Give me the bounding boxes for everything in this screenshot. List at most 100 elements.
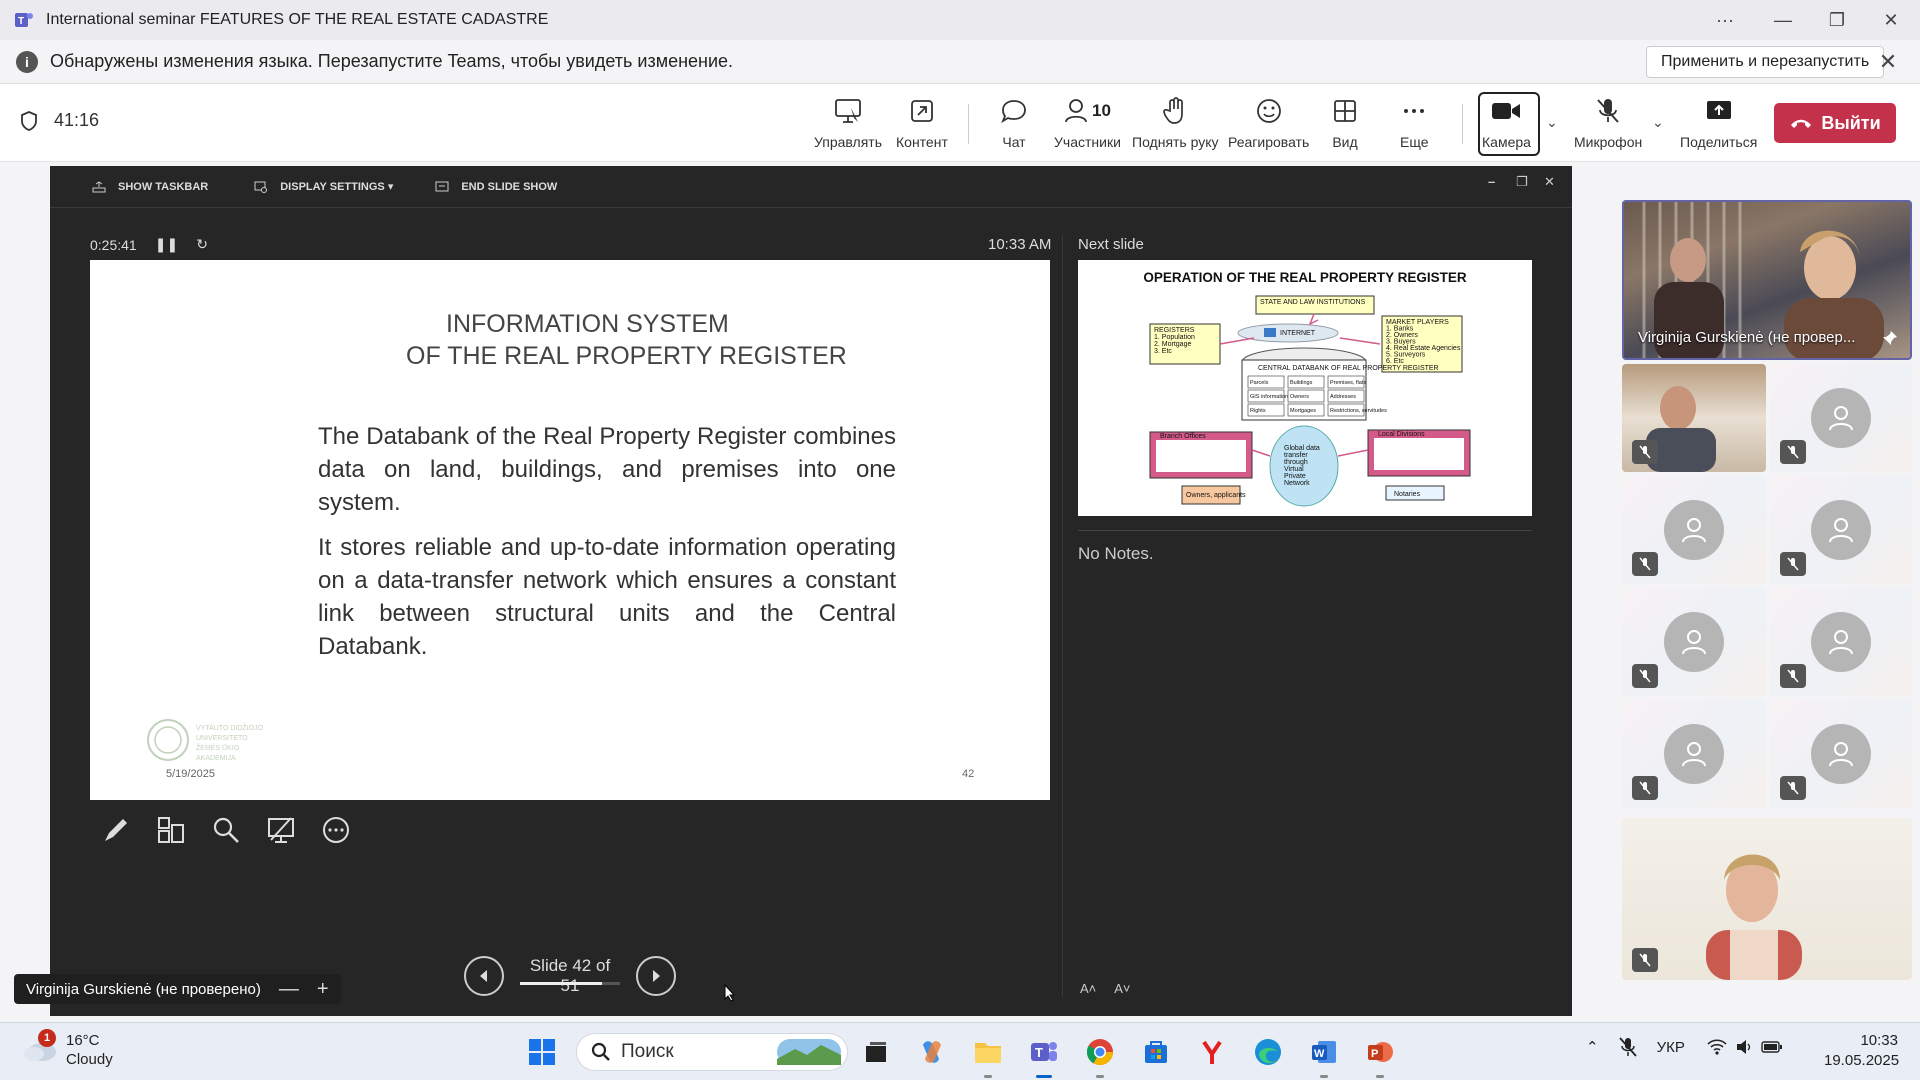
content-button[interactable]: Контент [896, 94, 948, 154]
title-bar: T International seminar FEATURES OF THE … [0, 0, 1920, 40]
manage-button[interactable]: Управлять [814, 94, 882, 154]
slide-title-line2: OF THE REAL PROPERTY REGISTER [406, 342, 847, 370]
increase-font-button[interactable]: A˄ [1080, 981, 1096, 996]
featured-participant-tile[interactable]: Virginija Gurskienė (не провер... [1622, 200, 1912, 360]
avatar [1811, 388, 1871, 448]
person-icon [1682, 742, 1706, 767]
chat-button[interactable]: Чат [1000, 94, 1028, 154]
participant-tile[interactable] [1770, 476, 1912, 584]
wifi-icon[interactable] [1707, 1039, 1727, 1055]
see-all-slides-button[interactable] [143, 810, 198, 850]
maximize-button[interactable]: ❐ [1810, 0, 1864, 40]
diagram-internet: INTERNET [1280, 330, 1316, 337]
folder-icon [975, 1043, 1001, 1063]
svg-text:AKADEMIJA: AKADEMIJA [196, 755, 236, 762]
pause-icon[interactable]: ❚❚ [155, 236, 178, 253]
edge-app[interactable] [1248, 1032, 1288, 1072]
participants-button[interactable]: 10 Участники [1054, 94, 1121, 154]
show-taskbar-button[interactable]: SHOW TASKBAR [92, 181, 208, 193]
pen-tool-button[interactable] [88, 810, 143, 850]
muted-badge [1632, 948, 1658, 972]
close-notification-icon[interactable]: ✕ [1876, 50, 1900, 74]
camera-options-chevron-icon[interactable]: ⌄ [1546, 114, 1558, 131]
word-app[interactable]: W [1304, 1032, 1344, 1078]
file-explorer-app[interactable] [968, 1032, 1008, 1078]
participant-tile[interactable] [1770, 588, 1912, 696]
pin-icon[interactable] [1882, 330, 1898, 346]
participants-count: 10 [1091, 101, 1111, 120]
current-slide[interactable]: INFORMATION SYSTEM OF THE REAL PROPERTY … [90, 260, 1050, 800]
mic-off-icon [1787, 557, 1799, 571]
display-settings-button[interactable]: DISPLAY SETTINGS ▾ [254, 180, 393, 193]
svg-text:T: T [1035, 1045, 1043, 1060]
zoom-in-button[interactable]: + [317, 978, 329, 1001]
copilot-app[interactable] [912, 1032, 952, 1072]
participant-tile[interactable] [1770, 364, 1912, 472]
elapsed-timer: 0:25:41 ❚❚ ↻ [90, 236, 226, 253]
participant-tile[interactable] [1622, 588, 1766, 696]
leave-button[interactable]: Выйти [1774, 103, 1896, 143]
register-diagram: STATE AND LAW INSTITUTIONS REGISTERS 1. P… [1149, 295, 1471, 507]
presenter-minimize-icon[interactable]: – [1488, 174, 1495, 189]
apply-restart-button[interactable]: Применить и перезапустить [1646, 46, 1885, 78]
participant-tile[interactable] [1770, 700, 1912, 808]
next-slide-thumbnail[interactable]: OPERATION OF THE REAL PROPERTY REGISTER … [1078, 260, 1532, 516]
teams-app[interactable]: T [1024, 1032, 1064, 1078]
volume-icon[interactable] [1735, 1039, 1753, 1055]
presenter-divider [1062, 236, 1063, 996]
slide-paragraph-1: The Databank of the Real Property Regist… [318, 423, 896, 516]
self-view-tile[interactable] [1622, 818, 1912, 980]
screen-off-icon [267, 817, 294, 843]
mic-muted-tray-icon[interactable] [1618, 1037, 1637, 1057]
share-button[interactable]: Поделиться [1680, 94, 1757, 154]
battery-icon[interactable] [1761, 1040, 1783, 1054]
presenter-close-icon[interactable]: ✕ [1544, 174, 1555, 190]
task-view-icon [866, 1042, 886, 1062]
view-button[interactable]: Вид [1332, 94, 1358, 154]
start-button[interactable] [522, 1032, 562, 1072]
presenter-top-bar: SHOW TASKBAR DISPLAY SETTINGS ▾ END SLID… [50, 166, 1572, 208]
store-app[interactable] [1136, 1032, 1176, 1072]
task-view-button[interactable] [856, 1032, 896, 1072]
next-slide-button[interactable] [636, 956, 676, 996]
minimize-button[interactable]: — [1756, 0, 1810, 40]
next-slide-label: Next slide [1078, 236, 1144, 253]
microphone-muted-icon [1597, 99, 1619, 123]
zoom-button[interactable] [198, 810, 253, 850]
show-hidden-icons[interactable]: ⌃ [1586, 1038, 1599, 1056]
microphone-button[interactable]: Микрофон [1574, 94, 1642, 154]
end-slide-show-button[interactable]: END SLIDE SHOW [435, 181, 557, 193]
decrease-font-button[interactable]: A˅ [1114, 981, 1130, 996]
person-icon [1829, 742, 1853, 767]
camera-button[interactable]: Камера [1482, 94, 1531, 154]
more-icon[interactable]: ··· [1698, 0, 1752, 40]
meeting-toolbar: 41:16 Управлять Контент Чат 10 Участники… [0, 84, 1920, 162]
mic-options-chevron-icon[interactable]: ⌄ [1652, 114, 1664, 131]
zoom-out-button[interactable]: — [279, 978, 299, 1001]
black-screen-button[interactable] [253, 810, 308, 850]
more-options-button[interactable]: Еще [1400, 94, 1429, 154]
participant-tile[interactable] [1622, 364, 1766, 472]
yandex-app[interactable] [1192, 1032, 1232, 1072]
reset-timer-icon[interactable]: ↻ [196, 236, 208, 253]
participant-tile[interactable] [1622, 700, 1766, 808]
diagram-cell-label: Parcels [1250, 380, 1269, 386]
ellipsis-icon [1404, 109, 1425, 113]
previous-slide-button[interactable] [464, 956, 504, 996]
diagram-cell-label: Rights [1250, 408, 1266, 414]
presenter-restore-icon[interactable]: ❐ [1516, 174, 1528, 190]
system-clock[interactable]: 10:33 19.05.2025 [1824, 1031, 1899, 1071]
participant-tile[interactable] [1622, 476, 1766, 584]
react-button[interactable]: Реагировать [1228, 94, 1309, 154]
more-slide-options-button[interactable] [308, 810, 363, 850]
diagram-cell-label: Restrictions, servitudes [1330, 408, 1387, 414]
powerpoint-app[interactable]: P [1360, 1032, 1400, 1078]
taskbar-search[interactable]: Поиск [576, 1033, 848, 1071]
close-button[interactable]: ✕ [1864, 0, 1918, 40]
raise-hand-button[interactable]: Поднять руку [1132, 94, 1219, 154]
input-language[interactable]: УКР [1657, 1039, 1685, 1056]
slide-title-line1: INFORMATION SYSTEM [446, 310, 729, 338]
muted-badge [1632, 440, 1658, 464]
weather-widget[interactable]: 1 16°C Cloudy [22, 1029, 113, 1069]
chrome-app[interactable] [1080, 1032, 1120, 1078]
